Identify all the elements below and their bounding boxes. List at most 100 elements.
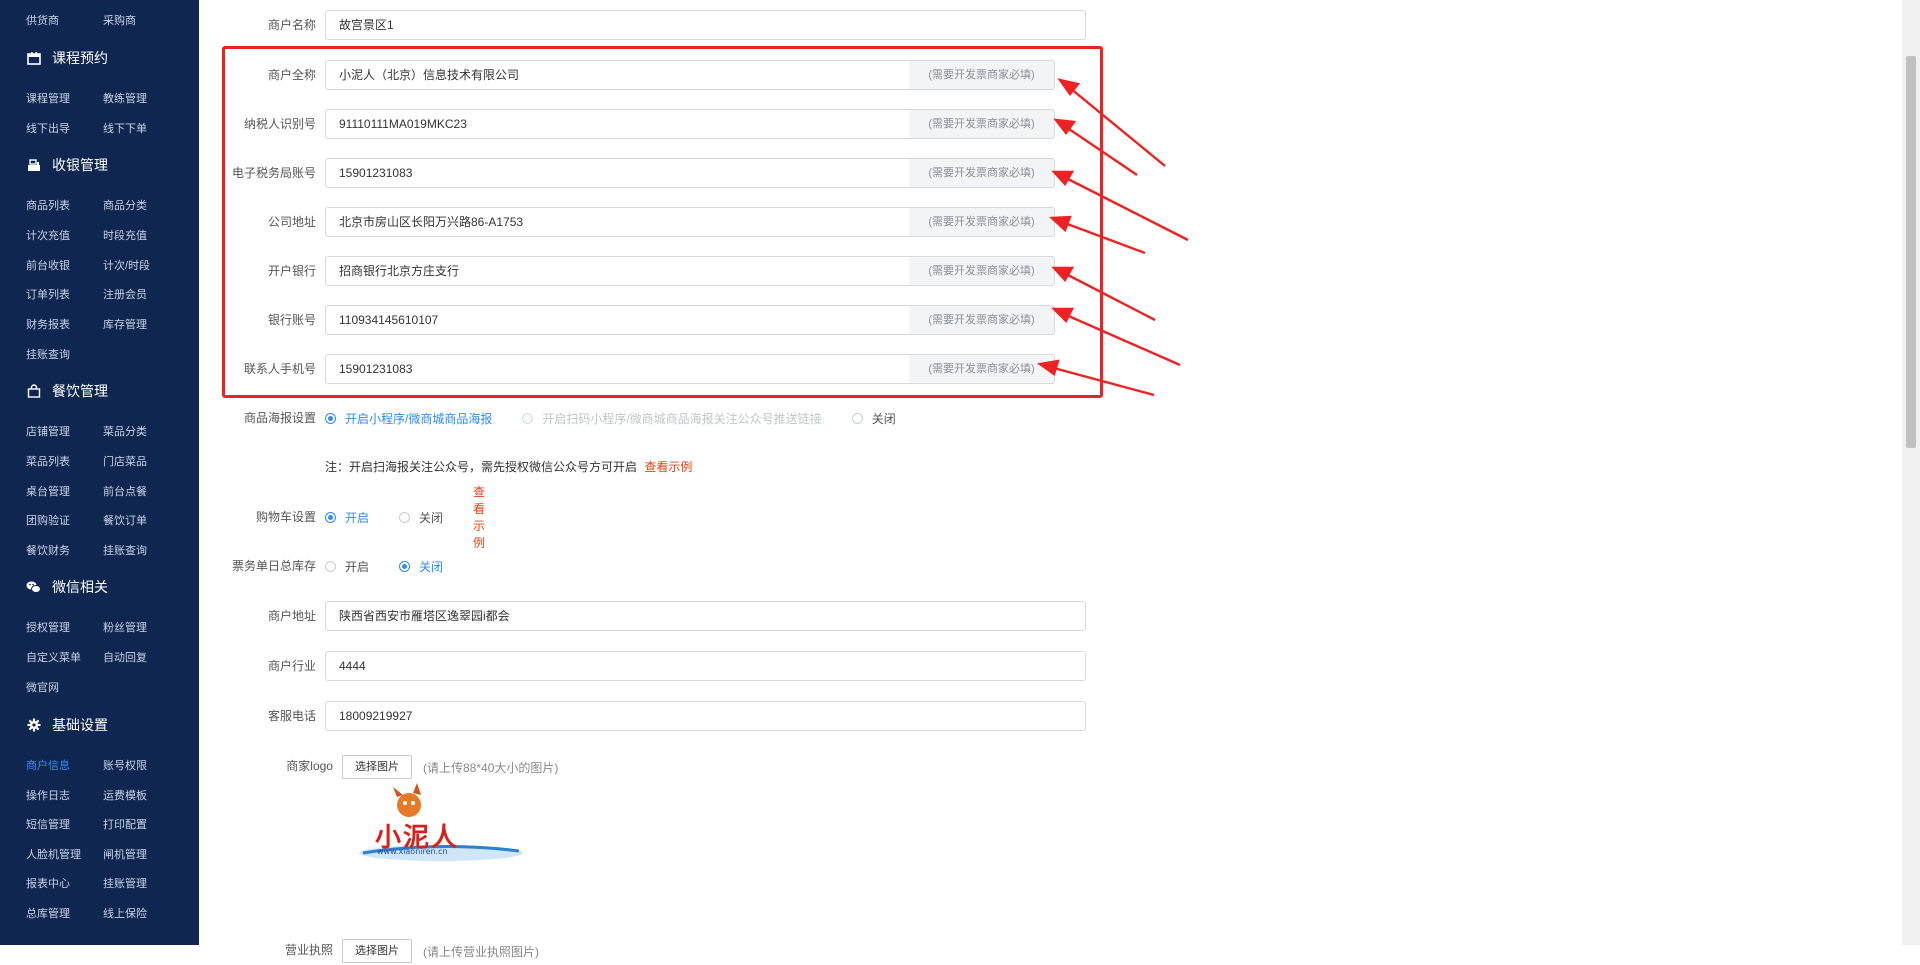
- radio-label: 开启: [345, 559, 370, 574]
- calendar-icon: [26, 51, 41, 66]
- gear-icon: [26, 718, 41, 733]
- sidebar-item[interactable]: 账号权限: [103, 757, 147, 773]
- merchant-address-input[interactable]: 陕西省西安市雁塔区逸翠园i都会: [325, 601, 1086, 631]
- sidebar-item[interactable]: 打印配置: [103, 816, 147, 832]
- logo-preview: 小泥人 www.xiaoniren.cn: [343, 783, 539, 871]
- tax-account-input[interactable]: 15901231083: [325, 158, 924, 188]
- radio-stock-on[interactable]: 开启: [325, 558, 369, 575]
- radio-dot: [325, 412, 336, 424]
- sidebar-item[interactable]: 运费模板: [103, 787, 147, 803]
- radio-label: 开启: [345, 510, 370, 525]
- cart-example-link[interactable]: 查看示例: [473, 483, 485, 551]
- field-label: 商家logo: [286, 759, 333, 773]
- field-label: 商户行业: [267, 659, 316, 673]
- sidebar-item[interactable]: 桌台管理: [26, 483, 70, 499]
- license-select-button[interactable]: 选择图片: [342, 939, 412, 963]
- sidebar-item-merchant-info[interactable]: 商户信息: [26, 757, 70, 773]
- sidebar-item[interactable]: 注册会员: [103, 286, 147, 302]
- sidebar-item[interactable]: 报表中心: [26, 875, 70, 891]
- service-phone-input[interactable]: 18009219927: [325, 701, 1086, 731]
- sidebar-item[interactable]: 挂账查询: [103, 542, 147, 558]
- radio-dot: [399, 560, 411, 572]
- logo-url-text: www.xiaoniren.cn: [377, 847, 448, 856]
- sidebar-section-title: 课程预约: [52, 50, 108, 66]
- tax-id-input[interactable]: 91110111MA019MKC23: [325, 109, 924, 139]
- sidebar-item[interactable]: 短信管理: [26, 816, 70, 832]
- sidebar-item[interactable]: 店铺管理: [26, 423, 70, 439]
- sidebar-item[interactable]: 菜品列表: [26, 453, 70, 469]
- radio-label: 开启小程序/微商城商品海报: [345, 411, 493, 426]
- sidebar-item[interactable]: 授权管理: [26, 619, 70, 635]
- radio-cart-off[interactable]: 关闭: [399, 509, 443, 526]
- sidebar-section-catering[interactable]: 餐饮管理: [26, 379, 108, 403]
- sidebar-item[interactable]: 挂账管理: [103, 875, 147, 891]
- field-label: 商户全称: [267, 68, 316, 82]
- radio-cart-on[interactable]: 开启: [325, 509, 369, 526]
- field-label: 票务单日总库存: [231, 559, 316, 573]
- sidebar-item[interactable]: 计次充值: [26, 227, 70, 243]
- sidebar-section-cashier[interactable]: 收银管理: [26, 153, 108, 177]
- sidebar-item[interactable]: 微官网: [26, 679, 59, 695]
- sidebar-item[interactable]: 课程管理: [26, 90, 70, 106]
- sidebar-item[interactable]: 前台收银: [26, 257, 70, 273]
- sidebar-item[interactable]: 自动回复: [103, 649, 147, 665]
- sidebar-item[interactable]: 商品列表: [26, 197, 70, 213]
- required-hint-addon: (需要开发票商家必填): [909, 354, 1055, 384]
- scrollbar-thumb[interactable]: [1906, 56, 1916, 448]
- radio-dot: [399, 511, 411, 523]
- sidebar-item[interactable]: 操作日志: [26, 787, 70, 803]
- required-hint-addon: (需要开发票商家必填): [909, 158, 1055, 188]
- radio-stock-off[interactable]: 关闭: [399, 558, 443, 575]
- sidebar-item[interactable]: 教练管理: [103, 90, 147, 106]
- sidebar-section-title: 基础设置: [52, 717, 108, 733]
- radio-label: 开启扫码小程序/微商城商品海报关注公众号推送链接: [542, 411, 822, 426]
- sidebar-item[interactable]: 商品分类: [103, 197, 147, 213]
- radio-poster-off[interactable]: 关闭: [851, 410, 896, 427]
- sidebar-section-settings[interactable]: 基础设置: [26, 713, 108, 737]
- sidebar-item[interactable]: 线下下单: [103, 120, 147, 136]
- sidebar-item[interactable]: 库存管理: [103, 316, 147, 332]
- license-hint: (请上传营业执照图片): [423, 945, 539, 959]
- field-label: 商品海报设置: [243, 411, 316, 425]
- bank-input[interactable]: 招商银行北京方庄支行: [325, 256, 924, 286]
- merchant-name-input[interactable]: 故宫景区1: [325, 10, 1086, 40]
- sidebar-section-wechat[interactable]: 微信相关: [26, 575, 108, 599]
- sidebar-item[interactable]: 线上保险: [103, 905, 147, 921]
- poster-example-link[interactable]: 查看示例: [644, 460, 692, 474]
- sidebar-item[interactable]: 自定义菜单: [26, 649, 81, 665]
- sidebar-item[interactable]: 计次/时段: [103, 257, 150, 273]
- sidebar-item[interactable]: 粉丝管理: [103, 619, 147, 635]
- contact-phone-input[interactable]: 15901231083: [325, 354, 924, 384]
- sidebar-item[interactable]: 时段充值: [103, 227, 147, 243]
- page-scrollbar[interactable]: [1902, 0, 1920, 945]
- logo-select-button[interactable]: 选择图片: [342, 755, 412, 779]
- field-label: 公司地址: [267, 215, 316, 229]
- sidebar-item[interactable]: 挂账查询: [26, 346, 70, 362]
- sidebar-section-course[interactable]: 课程预约: [26, 46, 108, 70]
- sidebar-item[interactable]: 餐饮财务: [26, 542, 70, 558]
- sidebar-section-title: 收银管理: [52, 157, 108, 173]
- sidebar-item-purchaser[interactable]: 采购商: [103, 12, 136, 28]
- sidebar-item[interactable]: 线下出导: [26, 120, 70, 136]
- sidebar-item[interactable]: 闸机管理: [103, 846, 147, 862]
- sidebar-item[interactable]: 餐饮订单: [103, 512, 147, 528]
- full-name-input[interactable]: 小泥人（北京）信息技术有限公司: [325, 60, 924, 90]
- company-address-input[interactable]: 北京市房山区长阳万兴路86-A1753: [325, 207, 924, 237]
- radio-poster-follow: 开启扫码小程序/微商城商品海报关注公众号推送链接: [522, 410, 822, 427]
- required-hint-addon: (需要开发票商家必填): [909, 60, 1055, 90]
- sidebar-item[interactable]: 订单列表: [26, 286, 70, 302]
- sidebar-item-supplier[interactable]: 供货商: [26, 12, 59, 28]
- sidebar-item[interactable]: 菜品分类: [103, 423, 147, 439]
- sidebar-item[interactable]: 门店菜品: [103, 453, 147, 469]
- field-label: 客服电话: [267, 709, 316, 723]
- radio-poster-enable[interactable]: 开启小程序/微商城商品海报: [325, 410, 492, 427]
- wechat-icon: [26, 580, 41, 595]
- required-hint-addon: (需要开发票商家必填): [909, 256, 1055, 286]
- bank-account-input[interactable]: 110934145610107: [325, 305, 924, 335]
- sidebar-item[interactable]: 总库管理: [26, 905, 70, 921]
- sidebar-item[interactable]: 团购验证: [26, 512, 70, 528]
- industry-input[interactable]: 4444: [325, 651, 1086, 681]
- sidebar-item[interactable]: 财务报表: [26, 316, 70, 332]
- sidebar-item[interactable]: 人脸机管理: [26, 846, 81, 862]
- sidebar-item[interactable]: 前台点餐: [103, 483, 147, 499]
